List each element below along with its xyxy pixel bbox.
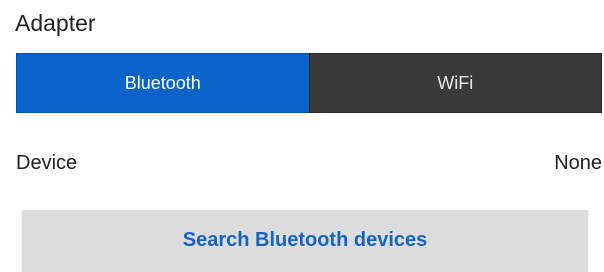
- adapter-option-wifi[interactable]: WiFi: [308, 53, 602, 113]
- device-value: None: [554, 151, 602, 174]
- search-devices-button-label: Search Bluetooth devices: [182, 228, 428, 251]
- search-devices-button[interactable]: Search Bluetooth devices: [22, 210, 588, 272]
- device-row: Device None: [16, 146, 602, 180]
- adapter-segmented-control: Bluetooth WiFi: [16, 53, 602, 113]
- device-label: Device: [16, 151, 78, 174]
- adapter-section-title: Adapter: [15, 10, 96, 36]
- adapter-option-bluetooth[interactable]: Bluetooth: [16, 53, 309, 113]
